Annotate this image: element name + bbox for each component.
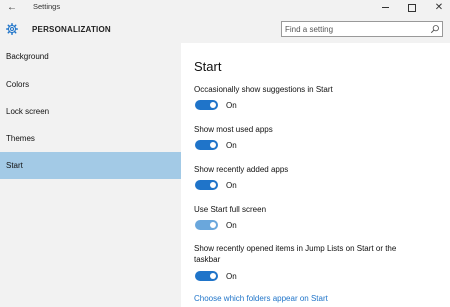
back-arrow-icon: ← [7,2,17,13]
setting-label-jump-lists: Show recently opened items in Jump Lists… [194,244,397,264]
toggle-state-most-used: On [226,141,237,150]
toggle-state-full-screen: On [226,221,237,230]
maximize-button[interactable] [401,0,423,15]
search-icon[interactable] [430,24,440,34]
sidebar-item-lock-screen[interactable]: Lock screen [0,98,181,125]
setting-label-recently-added: Show recently added apps [194,165,289,174]
choose-folders-link[interactable]: Choose which folders appear on Start [194,294,328,303]
close-icon: ✕ [434,1,444,13]
minimize-button[interactable] [374,0,396,15]
sidebar-item-label: Lock screen [6,107,50,116]
toggle-knob [210,102,216,108]
section-title: Start [194,59,222,74]
sidebar-item-background[interactable]: Background [0,43,181,70]
maximize-icon [408,3,416,12]
toggle-knob [210,182,216,188]
setting-label-most-used: Show most used apps [194,125,273,134]
sidebar-item-start[interactable]: Start [0,152,181,179]
setting-label-suggestions: Occasionally show suggestions in Start [194,85,333,94]
toggle-jump-lists[interactable] [195,271,218,281]
toggle-state-recently-added: On [226,181,237,190]
toggle-recently-added[interactable] [195,180,218,190]
back-button[interactable]: ← [5,0,19,15]
toggle-knob [210,222,216,228]
page-header: PERSONALIZATION [0,15,450,43]
sidebar-item-label: Colors [6,80,30,89]
gear-icon [6,23,18,35]
toggle-state-jump-lists: On [226,272,237,281]
setting-label-full-screen: Use Start full screen [194,205,267,214]
sidebar-item-label: Start [6,161,23,170]
search-box[interactable] [281,21,443,37]
sidebar-item-colors[interactable]: Colors [0,71,181,98]
window-title: Settings [33,2,61,11]
sidebar-item-label: Background [6,52,49,61]
toggle-state-suggestions: On [226,101,237,110]
settings-window: ← Settings ✕ PERSONALIZATION Find a sett… [0,0,450,307]
title-bar: ← Settings ✕ [0,0,450,15]
search-input[interactable] [285,23,425,35]
toggle-most-used[interactable] [195,140,218,150]
toggle-suggestions[interactable] [195,100,218,110]
sidebar: Background Colors Lock screen Themes Sta… [0,43,181,307]
main-content: Start Occasionally show suggestions in S… [181,43,450,307]
page-title: PERSONALIZATION [32,25,111,34]
toggle-knob [210,142,216,148]
close-button[interactable]: ✕ [428,0,450,15]
sidebar-item-label: Themes [6,134,35,143]
toggle-full-screen[interactable] [195,220,218,230]
toggle-knob [210,273,216,279]
minimize-icon [381,7,389,8]
sidebar-item-themes[interactable]: Themes [0,125,181,152]
